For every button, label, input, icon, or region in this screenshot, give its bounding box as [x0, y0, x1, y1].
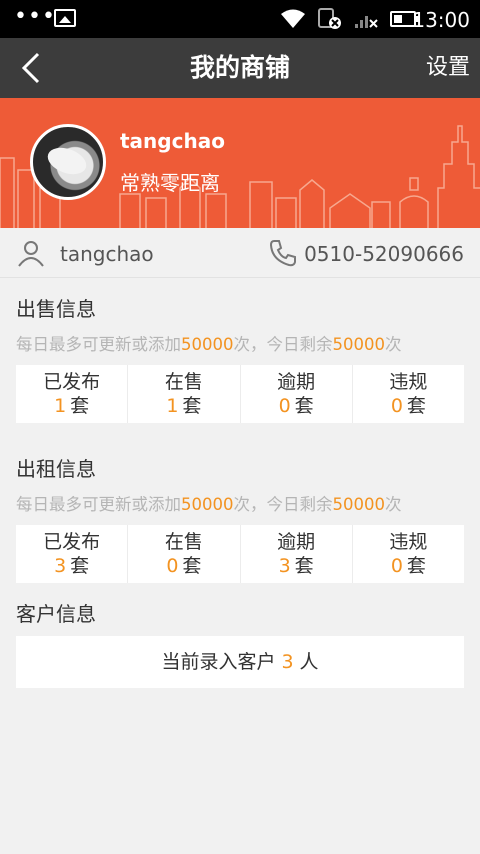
stat-label: 违规: [389, 371, 428, 393]
stat-unit: 套: [70, 555, 90, 577]
stat-value: 3: [278, 555, 291, 577]
sale-quota-suffix: 次: [385, 335, 402, 354]
rent-stat-on-sale[interactable]: 在售 0套: [128, 525, 241, 583]
sale-quota-remaining: 50000: [332, 335, 386, 354]
customer-section-title: 客户信息: [16, 602, 96, 626]
sale-stat-on-sale[interactable]: 在售 1套: [128, 365, 241, 423]
sale-quota-prefix: 每日最多可更新或添加: [16, 335, 181, 354]
stat-value: 0: [390, 395, 403, 417]
page-title: 我的商铺: [189, 53, 290, 82]
stat-label: 在售: [164, 531, 203, 553]
account-name: tangchao: [60, 242, 154, 266]
image-notification-icon: [54, 9, 76, 27]
sale-quota-text: 每日最多可更新或添加50000次，今日剩余50000次: [16, 334, 402, 356]
sale-section-title: 出售信息: [16, 297, 96, 321]
sim-error-icon: [318, 8, 341, 29]
rent-quota-suffix: 次: [385, 495, 402, 514]
customer-prefix: 当前录入客户: [161, 651, 276, 673]
rent-stat-expired[interactable]: 逾期 3套: [241, 525, 353, 583]
stat-label: 逾期: [277, 371, 316, 393]
settings-button[interactable]: 设置: [426, 54, 470, 82]
sale-stat-violation[interactable]: 违规 0套: [353, 365, 464, 423]
shop-banner: tangchao 常熟零距离: [0, 98, 480, 228]
phone-icon[interactable]: [268, 238, 298, 268]
stat-label: 已发布: [43, 531, 101, 553]
rent-stats-card: 已发布 3套 在售 0套 逾期 3套 违规 0套: [16, 525, 464, 583]
stat-unit: 套: [406, 395, 426, 417]
sale-quota-middle: 次，今日剩余: [233, 335, 333, 354]
stat-value: 0: [390, 555, 403, 577]
stat-unit: 套: [182, 555, 202, 577]
sale-stat-published[interactable]: 已发布 1套: [16, 365, 129, 423]
shop-avatar[interactable]: [30, 124, 106, 200]
stat-label: 已发布: [43, 371, 101, 393]
customer-suffix: 人: [299, 651, 319, 673]
status-bar: ••• 13:00: [0, 0, 480, 38]
stat-unit: 套: [70, 395, 90, 417]
contact-row: tangchao 0510-52090666: [0, 228, 480, 278]
signal-icon: [355, 16, 378, 28]
stat-label: 违规: [389, 531, 428, 553]
rent-section-title: 出租信息: [16, 457, 96, 481]
phone-number[interactable]: 0510-52090666: [304, 241, 464, 267]
customer-count-card[interactable]: 当前录入客户 3 人: [16, 636, 464, 688]
stat-value: 0: [166, 555, 179, 577]
customer-count: 3: [281, 651, 294, 673]
rent-quota-limit: 50000: [181, 495, 234, 514]
stat-unit: 套: [406, 555, 426, 577]
sale-stat-expired[interactable]: 逾期 0套: [241, 365, 353, 423]
rent-quota-remaining: 50000: [332, 495, 386, 514]
stat-unit: 套: [182, 395, 202, 417]
stat-value: 1: [166, 395, 179, 417]
user-icon: [18, 241, 44, 267]
title-bar: 我的商铺 设置: [0, 38, 480, 98]
rent-quota-prefix: 每日最多可更新或添加: [16, 495, 181, 514]
stat-value: 0: [278, 395, 291, 417]
sale-stats-card: 已发布 1套 在售 1套 逾期 0套 违规 0套: [16, 365, 464, 423]
stat-label: 在售: [164, 371, 203, 393]
sale-quota-limit: 50000: [181, 335, 234, 354]
rent-stat-published[interactable]: 已发布 3套: [16, 525, 129, 583]
stat-unit: 套: [294, 395, 314, 417]
shop-username: tangchao: [120, 129, 225, 153]
rent-quota-text: 每日最多可更新或添加50000次，今日剩余50000次: [16, 494, 402, 516]
rent-stat-violation[interactable]: 违规 0套: [353, 525, 464, 583]
stat-value: 1: [54, 395, 67, 417]
shop-name: 常熟零距离: [120, 171, 220, 195]
clock: 13:00: [412, 8, 470, 32]
rent-quota-middle: 次，今日剩余: [233, 495, 333, 514]
stat-value: 3: [54, 555, 67, 577]
wifi-icon: [281, 9, 305, 28]
notification-dots-icon: •••: [14, 4, 56, 29]
stat-unit: 套: [294, 555, 314, 577]
stat-label: 逾期: [277, 531, 316, 553]
